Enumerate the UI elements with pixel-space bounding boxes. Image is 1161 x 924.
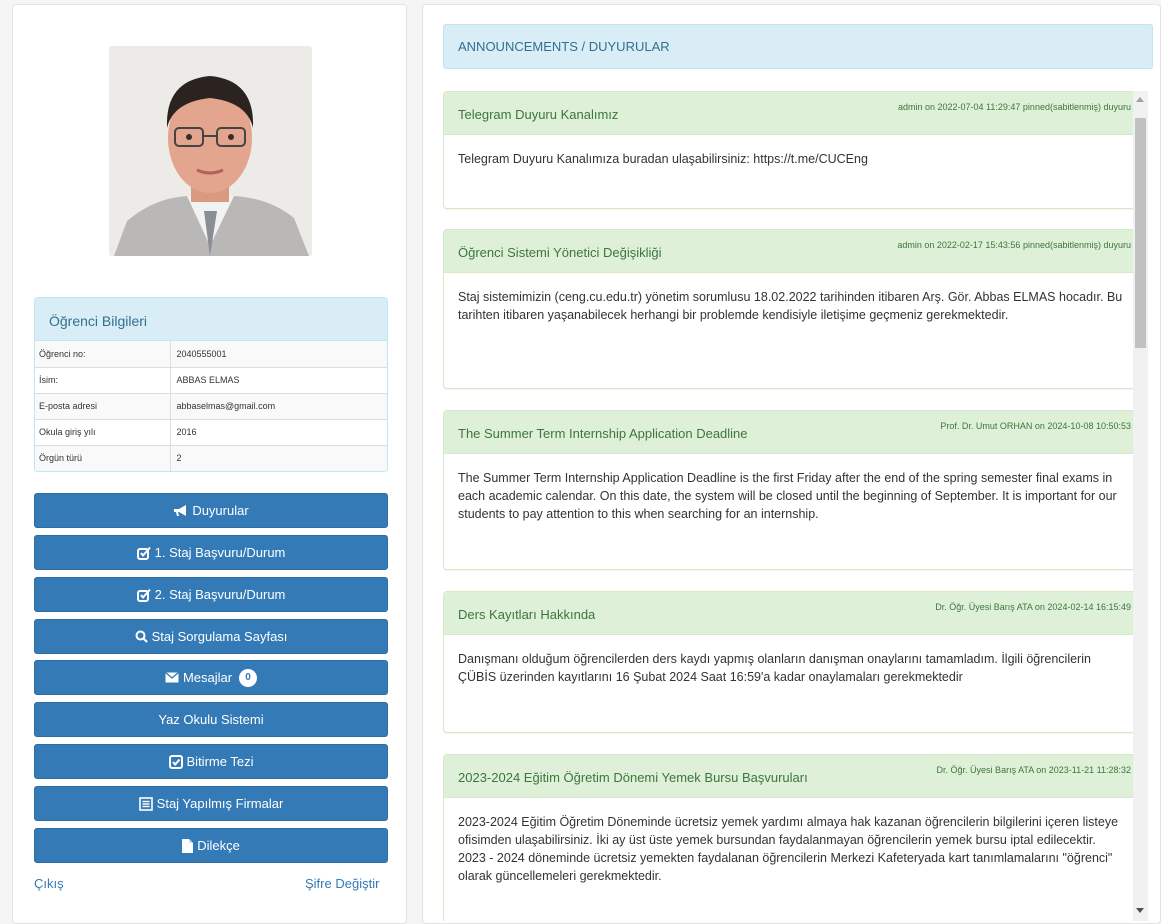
info-value: 2 — [170, 444, 387, 471]
info-row-student-no: Öğrenci no: 2040555001 — [35, 341, 387, 367]
announcement-body: The Summer Term Internship Application D… — [458, 471, 1117, 521]
staj-firmalar-button[interactable]: Staj Yapılmış Firmalar — [34, 786, 388, 821]
announcement-meta: admin on 2022-07-04 11:29:47 pinned(sabi… — [898, 102, 1131, 112]
logout-link[interactable]: Çıkış — [34, 876, 64, 891]
bitirme-tezi-label: Bitirme Tezi — [186, 754, 254, 769]
profile-photo — [109, 46, 312, 256]
main-content: ANNOUNCEMENTS / DUYURULAR Telegram Duyur… — [422, 4, 1161, 924]
duyurular-label: Duyurular — [192, 503, 249, 518]
announcement-card: Telegram Duyuru Kanalımız admin on 2022-… — [443, 91, 1142, 209]
bullhorn-icon — [173, 504, 188, 517]
staj1-application-button[interactable]: 1. Staj Başvuru/Durum — [34, 535, 388, 570]
info-label: Örgün türü — [35, 444, 171, 471]
announcement-title: Telegram Duyuru Kanalımız — [458, 107, 619, 122]
sidebar: Öğrenci Bilgileri Öğrenci no: 2040555001… — [12, 4, 407, 924]
message-count-badge: 0 — [239, 668, 258, 687]
info-row-name: İsim: ABBAS ELMAS — [35, 366, 387, 393]
envelope-icon — [165, 672, 179, 683]
announcement-title: Öğrenci Sistemi Yönetici Değişikliği — [458, 245, 662, 260]
announcement-title: 2023-2024 Eğitim Öğretim Dönemi Yemek Bu… — [458, 770, 808, 785]
announcement-body: Staj sistemimizin (ceng.cu.edu.tr) yönet… — [458, 290, 1123, 322]
announcement-meta: admin on 2022-02-17 15:43:56 pinned(sabi… — [897, 240, 1131, 250]
announcement-card: Ders Kayıtları Hakkında Dr. Öğr. Üyesi B… — [443, 591, 1142, 733]
info-row-education-type: Örgün türü 2 — [35, 444, 387, 471]
student-info-title: Öğrenci Bilgileri — [35, 298, 387, 341]
info-label: Öğrenci no: — [35, 341, 171, 367]
info-row-email: E-posta adresi abbaselmas@gmail.com — [35, 392, 387, 419]
announcement-header: The Summer Term Internship Application D… — [444, 411, 1141, 454]
list-alt-icon — [138, 796, 153, 811]
yaz-okulu-label: Yaz Okulu Sistemi — [158, 712, 264, 727]
staj-firmalar-label: Staj Yapılmış Firmalar — [156, 796, 284, 811]
change-password-link[interactable]: Şifre Değiştir — [305, 876, 379, 891]
info-value: 2016 — [170, 418, 387, 445]
scroll-up-arrow-icon[interactable] — [1136, 97, 1144, 102]
bitirme-tezi-button[interactable]: Bitirme Tezi — [34, 744, 388, 779]
announcement-header: Telegram Duyuru Kanalımız admin on 2022-… — [444, 92, 1141, 135]
mesajlar-label: Mesajlar — [182, 670, 233, 685]
announcement-card: 2023-2024 Eğitim Öğretim Dönemi Yemek Bu… — [443, 754, 1142, 921]
staj2-label: 2. Staj Başvuru/Durum — [154, 587, 286, 602]
search-icon — [135, 630, 148, 643]
announcement-body: 2023-2024 Eğitim Öğretim Döneminde ücret… — [458, 815, 1119, 883]
dilekce-button[interactable]: Dilekçe — [34, 828, 388, 863]
announcement-card: The Summer Term Internship Application D… — [443, 410, 1142, 570]
announcement-header: Ders Kayıtları Hakkında Dr. Öğr. Üyesi B… — [444, 592, 1141, 635]
info-label: Okula giriş yılı — [35, 418, 171, 445]
announcement-title: The Summer Term Internship Application D… — [458, 426, 748, 441]
student-info-table: Öğrenci no: 2040555001 İsim: ABBAS ELMAS… — [35, 341, 387, 471]
info-value: ABBAS ELMAS — [170, 366, 387, 393]
announcement-body: Danışmanı olduğum öğrencilerden ders kay… — [458, 652, 1091, 684]
announcement-card: Öğrenci Sistemi Yönetici Değişikliği adm… — [443, 229, 1142, 389]
edit-check-icon — [136, 546, 151, 560]
announcements-list[interactable]: Telegram Duyuru Kanalımız admin on 2022-… — [443, 91, 1142, 921]
file-icon — [182, 838, 194, 853]
staj-sorgulama-button[interactable]: Staj Sorgulama Sayfası — [34, 619, 388, 654]
info-row-entry-year: Okula giriş yılı 2016 — [35, 418, 387, 445]
info-label: E-posta adresi — [35, 392, 171, 419]
announcement-meta: Prof. Dr. Umut ORHAN on 2024-10-08 10:50… — [940, 421, 1131, 431]
mesajlar-button[interactable]: Mesajlar 0 — [34, 660, 388, 695]
announcement-body: Telegram Duyuru Kanalımıza buradan ulaşa… — [458, 152, 868, 166]
staj1-label: 1. Staj Başvuru/Durum — [154, 545, 286, 560]
announcement-title: Ders Kayıtları Hakkında — [458, 607, 596, 622]
announcement-meta: Dr. Öğr. Üyesi Barış ATA on 2023-11-21 1… — [936, 765, 1131, 775]
info-value: abbaselmas@gmail.com — [170, 392, 387, 419]
staj-sorgulama-label: Staj Sorgulama Sayfası — [151, 629, 288, 644]
announcement-header: 2023-2024 Eğitim Öğretim Dönemi Yemek Bu… — [444, 755, 1141, 798]
info-value: 2040555001 — [170, 341, 387, 367]
dilekce-label: Dilekçe — [197, 838, 240, 853]
announcements-scrollbar[interactable] — [1133, 91, 1148, 921]
edit-check-icon — [136, 588, 151, 602]
scrollbar-thumb[interactable] — [1135, 118, 1146, 348]
staj2-application-button[interactable]: 2. Staj Başvuru/Durum — [34, 577, 388, 612]
yaz-okulu-button[interactable]: Yaz Okulu Sistemi — [34, 702, 388, 737]
announcement-header: Öğrenci Sistemi Yönetici Değişikliği adm… — [444, 230, 1141, 273]
announcement-meta: Dr. Öğr. Üyesi Barış ATA on 2024-02-14 1… — [935, 602, 1131, 612]
info-label: İsim: — [35, 366, 171, 393]
scroll-down-arrow-icon[interactable] — [1136, 908, 1144, 913]
announcements-header: ANNOUNCEMENTS / DUYURULAR — [443, 24, 1153, 69]
student-info-panel: Öğrenci Bilgileri Öğrenci no: 2040555001… — [34, 297, 388, 472]
duyurular-button[interactable]: Duyurular — [34, 493, 388, 528]
check-square-icon — [168, 754, 183, 769]
